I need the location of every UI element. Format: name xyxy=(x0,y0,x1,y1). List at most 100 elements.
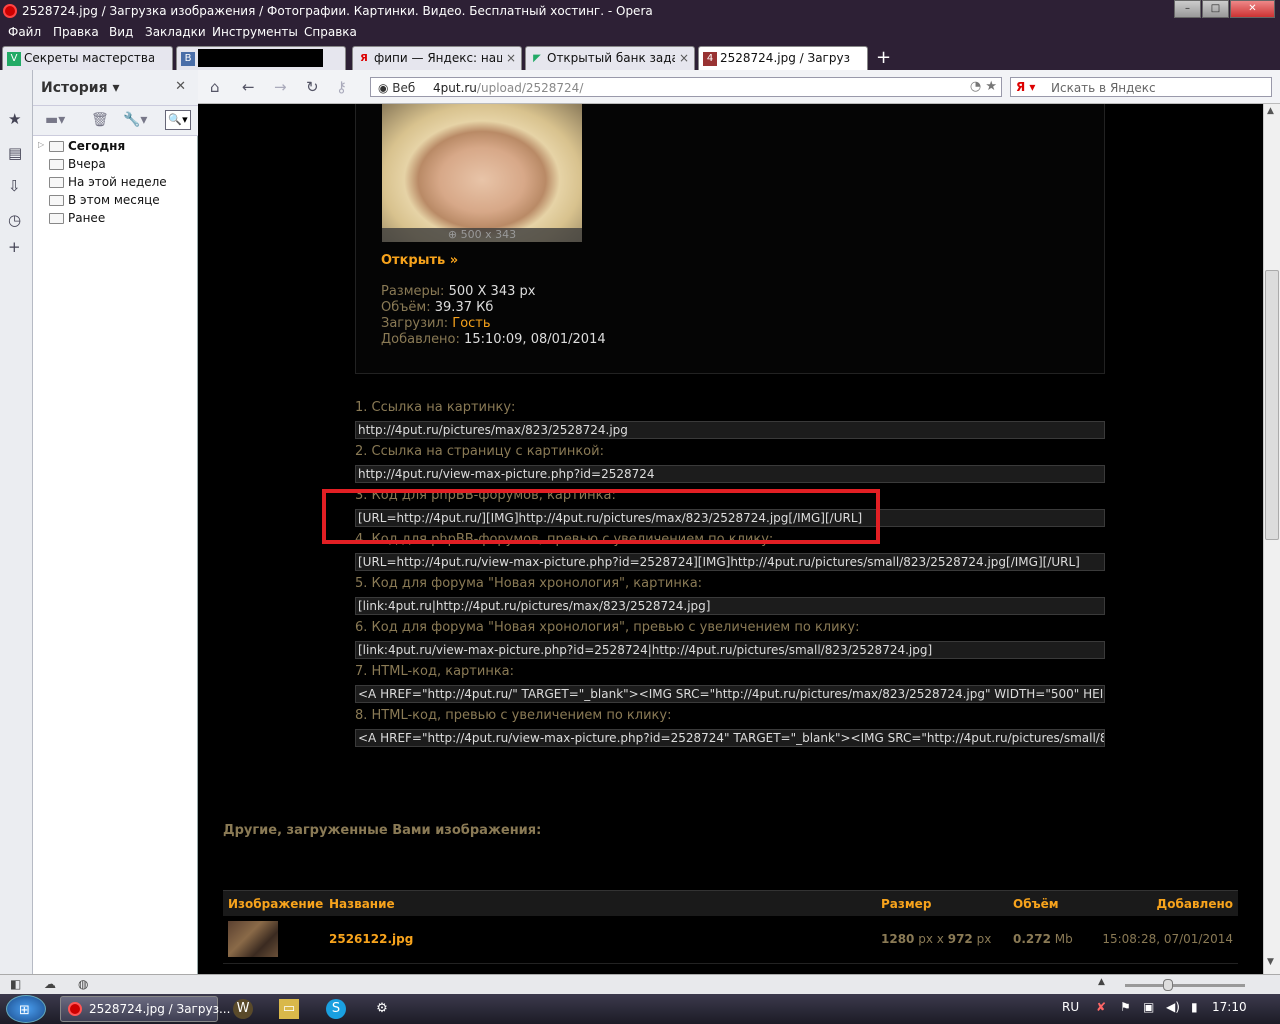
history-item-week[interactable]: На этой неделе xyxy=(33,174,198,192)
meta-size: Размеры: 500 X 343 px xyxy=(381,284,536,299)
tab-favicon: V xyxy=(7,52,21,66)
tray-power-icon[interactable]: ▮ xyxy=(1191,1000,1198,1014)
row-volume: 0.272 Mb xyxy=(1013,932,1073,946)
steam-icon[interactable]: ⚙ xyxy=(372,999,392,1019)
add-panel-icon[interactable]: + xyxy=(8,238,21,256)
zoom-slider[interactable] xyxy=(1125,979,1245,991)
col-image: Изображение xyxy=(228,897,324,911)
menu-help[interactable]: Справка xyxy=(304,25,357,39)
panel-title[interactable]: История ▾ xyxy=(41,80,119,96)
trash-icon[interactable]: 🗑 xyxy=(91,112,109,128)
code-label-6: 6. Код для форума "Новая хронология", пр… xyxy=(355,620,860,635)
history-panel-icon[interactable]: ◷ xyxy=(8,211,21,229)
panel-toggle-icon[interactable]: ◧ xyxy=(10,977,21,991)
downloads-panel-icon[interactable]: ⇩ xyxy=(8,177,21,195)
tab-1[interactable]: V Секреты мастерства: ... xyxy=(2,46,173,70)
code-field-7[interactable]: <A HREF="http://4put.ru/" TARGET="_blank… xyxy=(355,685,1105,703)
expand-icon[interactable]: ▷ xyxy=(38,140,44,149)
windows-logo-icon: ⊞ xyxy=(19,1003,30,1018)
menu-view[interactable]: Вид xyxy=(109,25,133,39)
col-name: Название xyxy=(329,897,395,911)
code-field-1[interactable]: http://4put.ru/pictures/max/823/2528724.… xyxy=(355,421,1105,439)
tab-2[interactable]: В xyxy=(176,46,346,70)
bookmark-star-icon[interactable]: ★ xyxy=(985,79,997,94)
home-icon[interactable]: ⌂ xyxy=(210,78,220,96)
minimize-button[interactable]: – xyxy=(1174,0,1201,18)
clock[interactable]: 17:10 xyxy=(1212,1000,1247,1014)
scroll-thumb[interactable] xyxy=(1265,270,1279,540)
history-item-today[interactable]: ▷ Сегодня xyxy=(33,138,198,156)
menu-file[interactable]: Файл xyxy=(8,25,41,39)
tab-close-icon[interactable]: × xyxy=(679,51,689,65)
tab-3[interactable]: Я фипи — Яндекс: нашл... × xyxy=(352,46,522,70)
code-label-8: 8. HTML-код, превью с увеличением по кли… xyxy=(355,708,672,723)
speed-dial-icon[interactable]: ◍ xyxy=(78,977,88,991)
start-button[interactable]: ⊞ xyxy=(6,995,46,1023)
meta-added: Добавлено: 15:10:09, 08/01/2014 xyxy=(381,332,606,347)
open-link[interactable]: Открыть » xyxy=(381,253,458,268)
panel-search-button[interactable]: 🔍▾ xyxy=(165,110,191,130)
status-bar: ◧ ☁ ◍ ▲ xyxy=(0,974,1280,994)
tray-antivirus-icon[interactable]: ✘ xyxy=(1096,1000,1106,1014)
wrench-icon[interactable]: 🔧▾ xyxy=(123,112,147,128)
address-bar[interactable]: ◉ Веб 4put.ru/upload/2528724/ ◔ ★ xyxy=(370,77,1002,97)
history-item-yesterday[interactable]: Вчера xyxy=(33,156,198,174)
maximize-button[interactable]: □ xyxy=(1202,0,1229,18)
key-icon[interactable]: ⚷ xyxy=(336,78,347,96)
history-item-month[interactable]: В этом месяце xyxy=(33,192,198,210)
language-indicator[interactable]: RU xyxy=(1062,1000,1079,1014)
tab-close-icon[interactable]: × xyxy=(506,51,516,65)
close-button[interactable]: ✕ xyxy=(1230,0,1275,18)
bookmarks-panel-icon[interactable]: ★ xyxy=(8,110,21,128)
meta-uploader: Загрузил: Гость xyxy=(381,316,491,331)
code-field-6[interactable]: [link:4put.ru/view-max-picture.php?id=25… xyxy=(355,641,1105,659)
tab-favicon: В xyxy=(181,52,195,66)
taskbar-opera-button[interactable]: 2528724.jpg / Загруз... xyxy=(60,996,230,1022)
menu-tools[interactable]: Инструменты xyxy=(212,25,298,39)
vertical-scrollbar[interactable]: ▲ ▼ xyxy=(1263,104,1280,974)
tab-4[interactable]: ◤ Открытый банк задан... × xyxy=(525,46,695,70)
back-icon[interactable]: ← xyxy=(242,78,255,96)
scroll-down-icon[interactable]: ▼ xyxy=(1267,957,1274,967)
search-field[interactable]: Я ▾ Искать в Яндекс xyxy=(1010,77,1272,97)
new-tab-button[interactable]: + xyxy=(876,47,891,68)
warcraft-icon[interactable]: W xyxy=(233,999,253,1019)
scroll-up-icon[interactable]: ▲ xyxy=(1267,106,1274,116)
code-label-1: 1. Ссылка на картинку: xyxy=(355,400,516,415)
zoom-knob[interactable] xyxy=(1163,979,1173,991)
navigation-bar: ⌂ ← → ↻ ⚷ ◉ Веб 4put.ru/upload/2528724/ … xyxy=(198,70,1280,104)
skype-icon[interactable]: S xyxy=(326,999,346,1019)
yandex-icon[interactable]: Я ▾ xyxy=(1016,80,1035,94)
folder-icon xyxy=(49,177,64,188)
menu-edit[interactable]: Правка xyxy=(53,25,99,39)
history-item-earlier[interactable]: Ранее xyxy=(33,210,198,228)
web-badge[interactable]: ◉ Веб xyxy=(378,81,415,95)
tray-flag-icon[interactable]: ⚑ xyxy=(1120,1000,1131,1014)
row-name[interactable]: 2526122.jpg xyxy=(329,932,413,946)
menu-bookmarks[interactable]: Закладки xyxy=(145,25,206,39)
cloud-icon[interactable]: ☁ xyxy=(44,977,56,991)
address-url[interactable]: 4put.ru/upload/2528724/ xyxy=(433,81,583,95)
explorer-icon[interactable]: ▭ xyxy=(279,999,299,1019)
code-label-7: 7. HTML-код, картинка: xyxy=(355,664,515,679)
reload-icon[interactable]: ↻ xyxy=(306,78,319,96)
code-field-4[interactable]: [URL=http://4put.ru/view-max-picture.php… xyxy=(355,553,1105,571)
zoom-up-icon[interactable]: ▲ xyxy=(1098,977,1105,987)
folder-icon[interactable]: ▬▾ xyxy=(45,112,65,128)
panel-close-icon[interactable]: ✕ xyxy=(175,79,186,94)
folder-icon xyxy=(49,213,64,224)
code-field-2[interactable]: http://4put.ru/view-max-picture.php?id=2… xyxy=(355,465,1105,483)
tray-volume-icon[interactable]: ◀) xyxy=(1166,1000,1180,1014)
tray-network-icon[interactable]: ▣ xyxy=(1143,1000,1154,1014)
notes-panel-icon[interactable]: ▤ xyxy=(8,144,22,162)
code-field-5[interactable]: [link:4put.ru|http://4put.ru/pictures/ma… xyxy=(355,597,1105,615)
tab-5-active[interactable]: 4 2528724.jpg / Загрузка... xyxy=(698,46,868,70)
row-thumbnail[interactable] xyxy=(228,921,278,957)
uploaded-photo[interactable]: ⊕ 500 x 343 xyxy=(382,104,582,242)
folder-icon xyxy=(49,159,64,170)
code-field-8[interactable]: <A HREF="http://4put.ru/view-max-picture… xyxy=(355,729,1105,747)
opera-logo-icon xyxy=(3,4,17,18)
others-title: Другие, загруженные Вами изображения: xyxy=(223,823,542,838)
rss-icon[interactable]: ◔ xyxy=(970,79,981,94)
forward-icon[interactable]: → xyxy=(274,78,287,96)
